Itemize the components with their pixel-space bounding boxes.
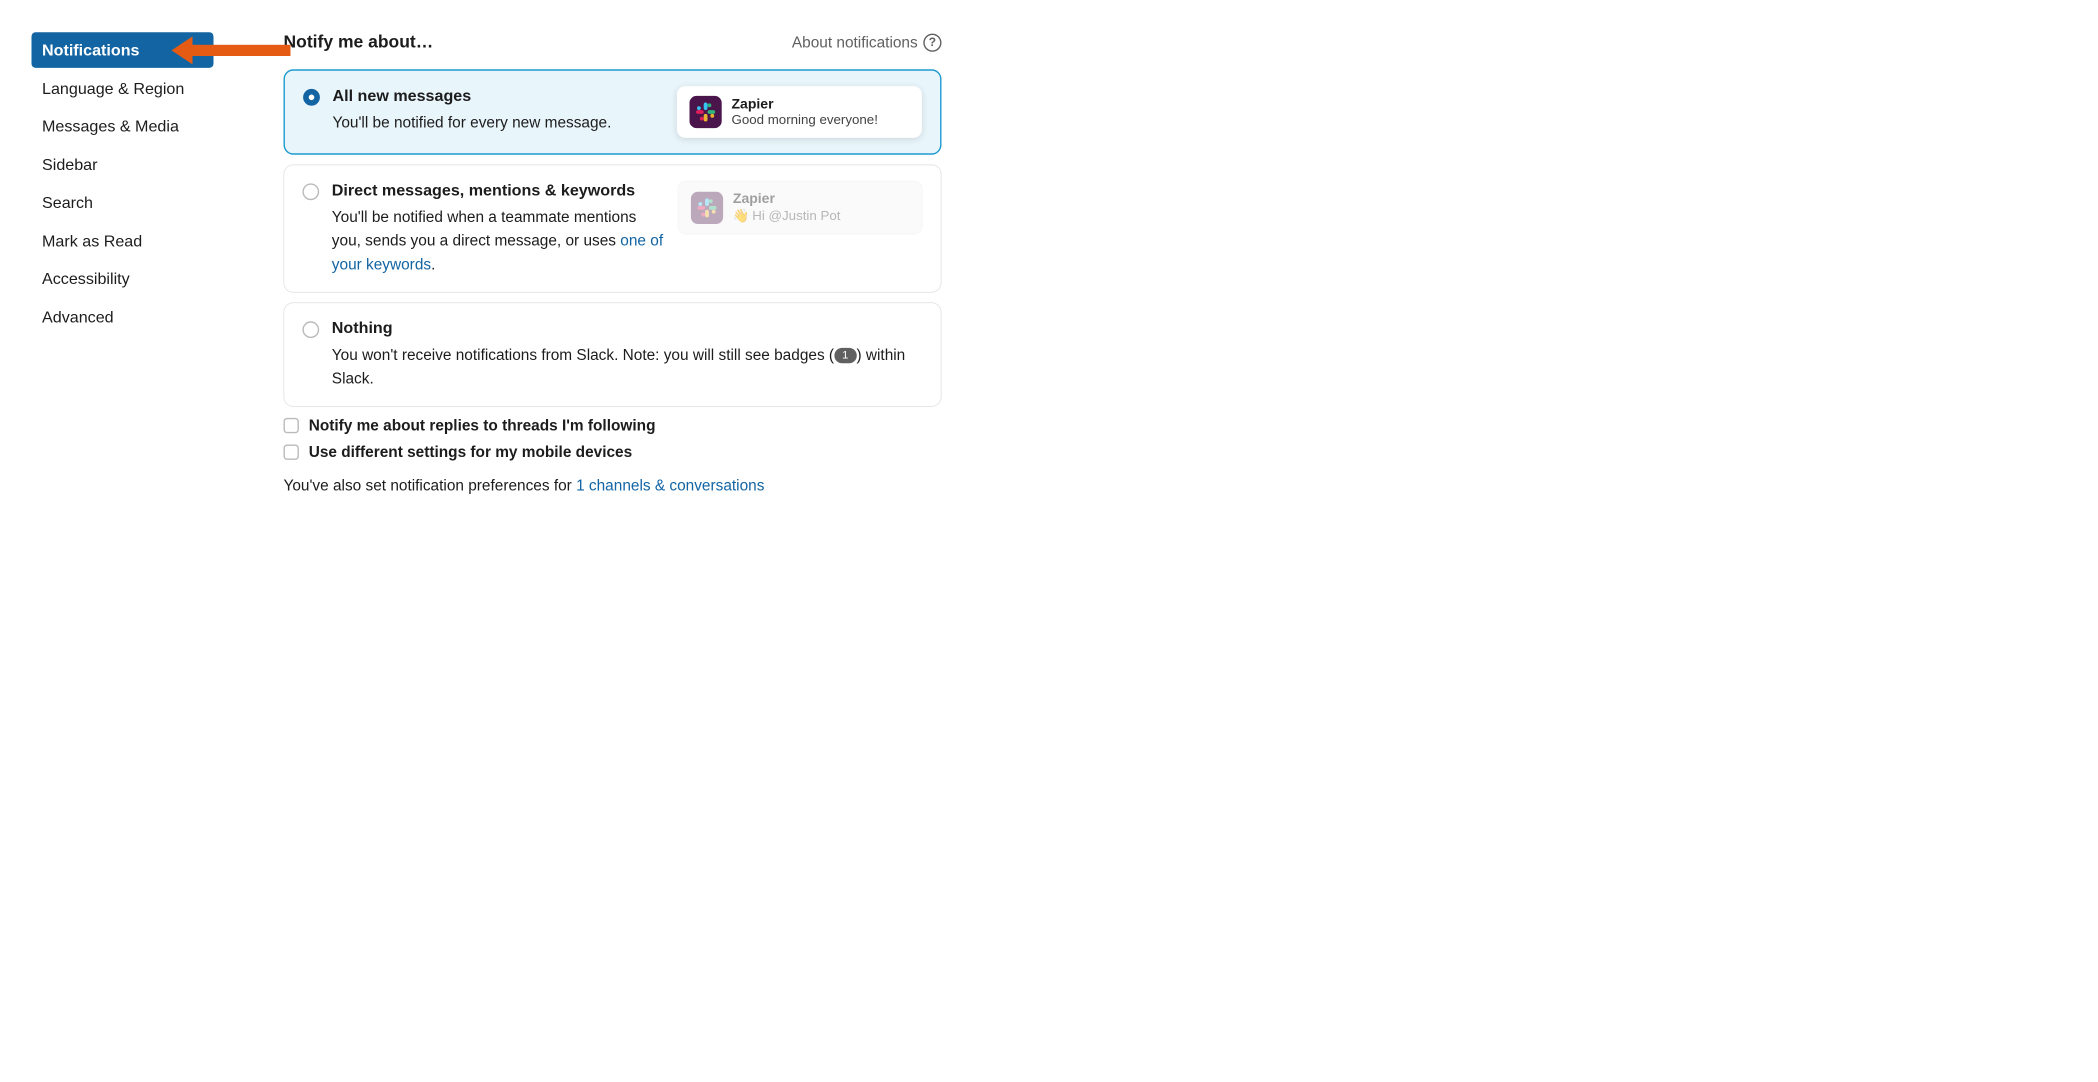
option-desc: You'll be notified when a teammate menti… — [332, 205, 665, 277]
checkbox-label: Notify me about replies to threads I'm f… — [309, 417, 656, 435]
sidebar-item-label: Search — [42, 193, 93, 211]
sidebar-item-accessibility[interactable]: Accessibility — [32, 261, 214, 296]
sidebar-item-mark-as-read[interactable]: Mark as Read — [32, 223, 214, 258]
sidebar-item-label: Notifications — [42, 41, 139, 59]
sidebar-item-advanced[interactable]: Advanced — [32, 299, 214, 334]
option-title: Direct messages, mentions & keywords — [332, 181, 665, 200]
preview-app-name: Zapier — [733, 191, 909, 207]
notification-preview: Zapier 👋Hi @Justin Pot — [678, 181, 923, 235]
sidebar-item-label: Sidebar — [42, 155, 97, 173]
sidebar-item-language-region[interactable]: Language & Region — [32, 70, 214, 105]
radio-direct-messages[interactable] — [302, 183, 319, 200]
main-content: Notify me about… About notifications ? A… — [284, 32, 942, 495]
sidebar-item-label: Advanced — [42, 308, 114, 326]
sidebar-item-label: Mark as Read — [42, 231, 142, 249]
checkbox-thread-replies[interactable]: Notify me about replies to threads I'm f… — [284, 417, 942, 435]
option-all-new-messages[interactable]: All new messages You'll be notified for … — [284, 69, 942, 154]
sidebar-item-label: Accessibility — [42, 270, 130, 288]
preferences-sidebar: Notifications Language & Region Messages… — [32, 32, 214, 495]
about-notifications-label: About notifications — [792, 33, 918, 51]
channel-preferences-note: You've also set notification preferences… — [284, 477, 942, 495]
sidebar-item-label: Messages & Media — [42, 117, 179, 135]
checkbox-mobile-settings[interactable]: Use different settings for my mobile dev… — [284, 443, 942, 461]
checkbox-label: Use different settings for my mobile dev… — [309, 443, 632, 461]
slack-icon — [690, 96, 722, 128]
option-nothing[interactable]: Nothing You won't receive notifications … — [284, 303, 942, 407]
checkbox-input[interactable] — [284, 418, 299, 433]
channels-conversations-link[interactable]: 1 channels & conversations — [576, 477, 764, 495]
sidebar-item-label: Language & Region — [42, 79, 184, 97]
about-notifications-link[interactable]: About notifications ? — [792, 33, 942, 51]
option-desc: You won't receive notifications from Sla… — [332, 343, 923, 391]
help-icon: ? — [923, 33, 941, 51]
option-direct-messages[interactable]: Direct messages, mentions & keywords You… — [284, 165, 942, 293]
preview-message: 👋Hi @Justin Pot — [733, 207, 909, 224]
checkbox-input[interactable] — [284, 445, 299, 460]
sidebar-item-sidebar[interactable]: Sidebar — [32, 147, 214, 182]
badge-count-icon: 1 — [834, 348, 856, 363]
sidebar-item-notifications[interactable]: Notifications — [32, 32, 214, 67]
notification-preview: Zapier Good morning everyone! — [677, 86, 922, 138]
preview-app-name: Zapier — [732, 96, 910, 112]
wave-emoji-icon: 👋 — [733, 207, 750, 224]
preview-message: Good morning everyone! — [732, 112, 910, 127]
option-title: Nothing — [332, 319, 923, 338]
option-title: All new messages — [333, 86, 665, 105]
radio-nothing[interactable] — [302, 321, 319, 338]
option-desc: You'll be notified for every new message… — [333, 111, 665, 135]
sidebar-item-messages-media[interactable]: Messages & Media — [32, 109, 214, 144]
radio-all-new-messages[interactable] — [303, 89, 320, 106]
section-title: Notify me about… — [284, 32, 434, 52]
sidebar-item-search[interactable]: Search — [32, 185, 214, 220]
slack-icon — [691, 191, 723, 223]
